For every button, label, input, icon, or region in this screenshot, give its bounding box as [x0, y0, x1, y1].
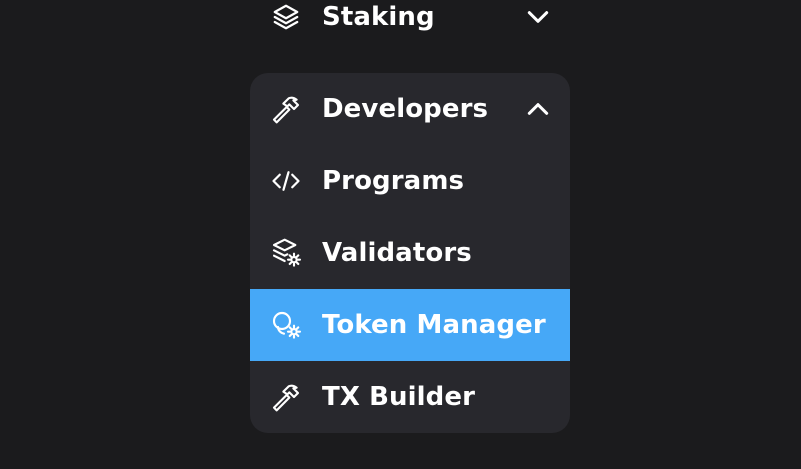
nav-item-staking[interactable]: Staking [250, 0, 570, 53]
hammer-icon [270, 381, 302, 413]
nav-item-label: Token Manager [322, 310, 546, 340]
coins-gear-icon [270, 309, 302, 341]
nav-item-label: Staking [322, 2, 435, 32]
nav-item-programs[interactable]: Programs [250, 145, 570, 217]
hammer-icon [270, 93, 302, 125]
nav-item-label: Validators [322, 238, 472, 268]
nav-item-validators[interactable]: Validators [250, 217, 570, 289]
layers-icon [270, 1, 302, 33]
nav-item-tx-builder[interactable]: TX Builder [250, 361, 570, 433]
nav-item-label: Programs [322, 166, 465, 196]
chevron-down-icon[interactable] [524, 3, 552, 31]
nav-item-label: TX Builder [322, 382, 476, 412]
nav-item-developers[interactable]: Developers [250, 73, 570, 145]
developers-panel: Developers Programs Validators Token Man… [250, 73, 570, 433]
code-icon [270, 165, 302, 197]
stack-gear-icon [270, 237, 302, 269]
nav-item-label: Developers [322, 94, 489, 124]
chevron-up-icon[interactable] [524, 95, 552, 123]
nav-item-token-manager[interactable]: Token Manager [250, 289, 570, 361]
